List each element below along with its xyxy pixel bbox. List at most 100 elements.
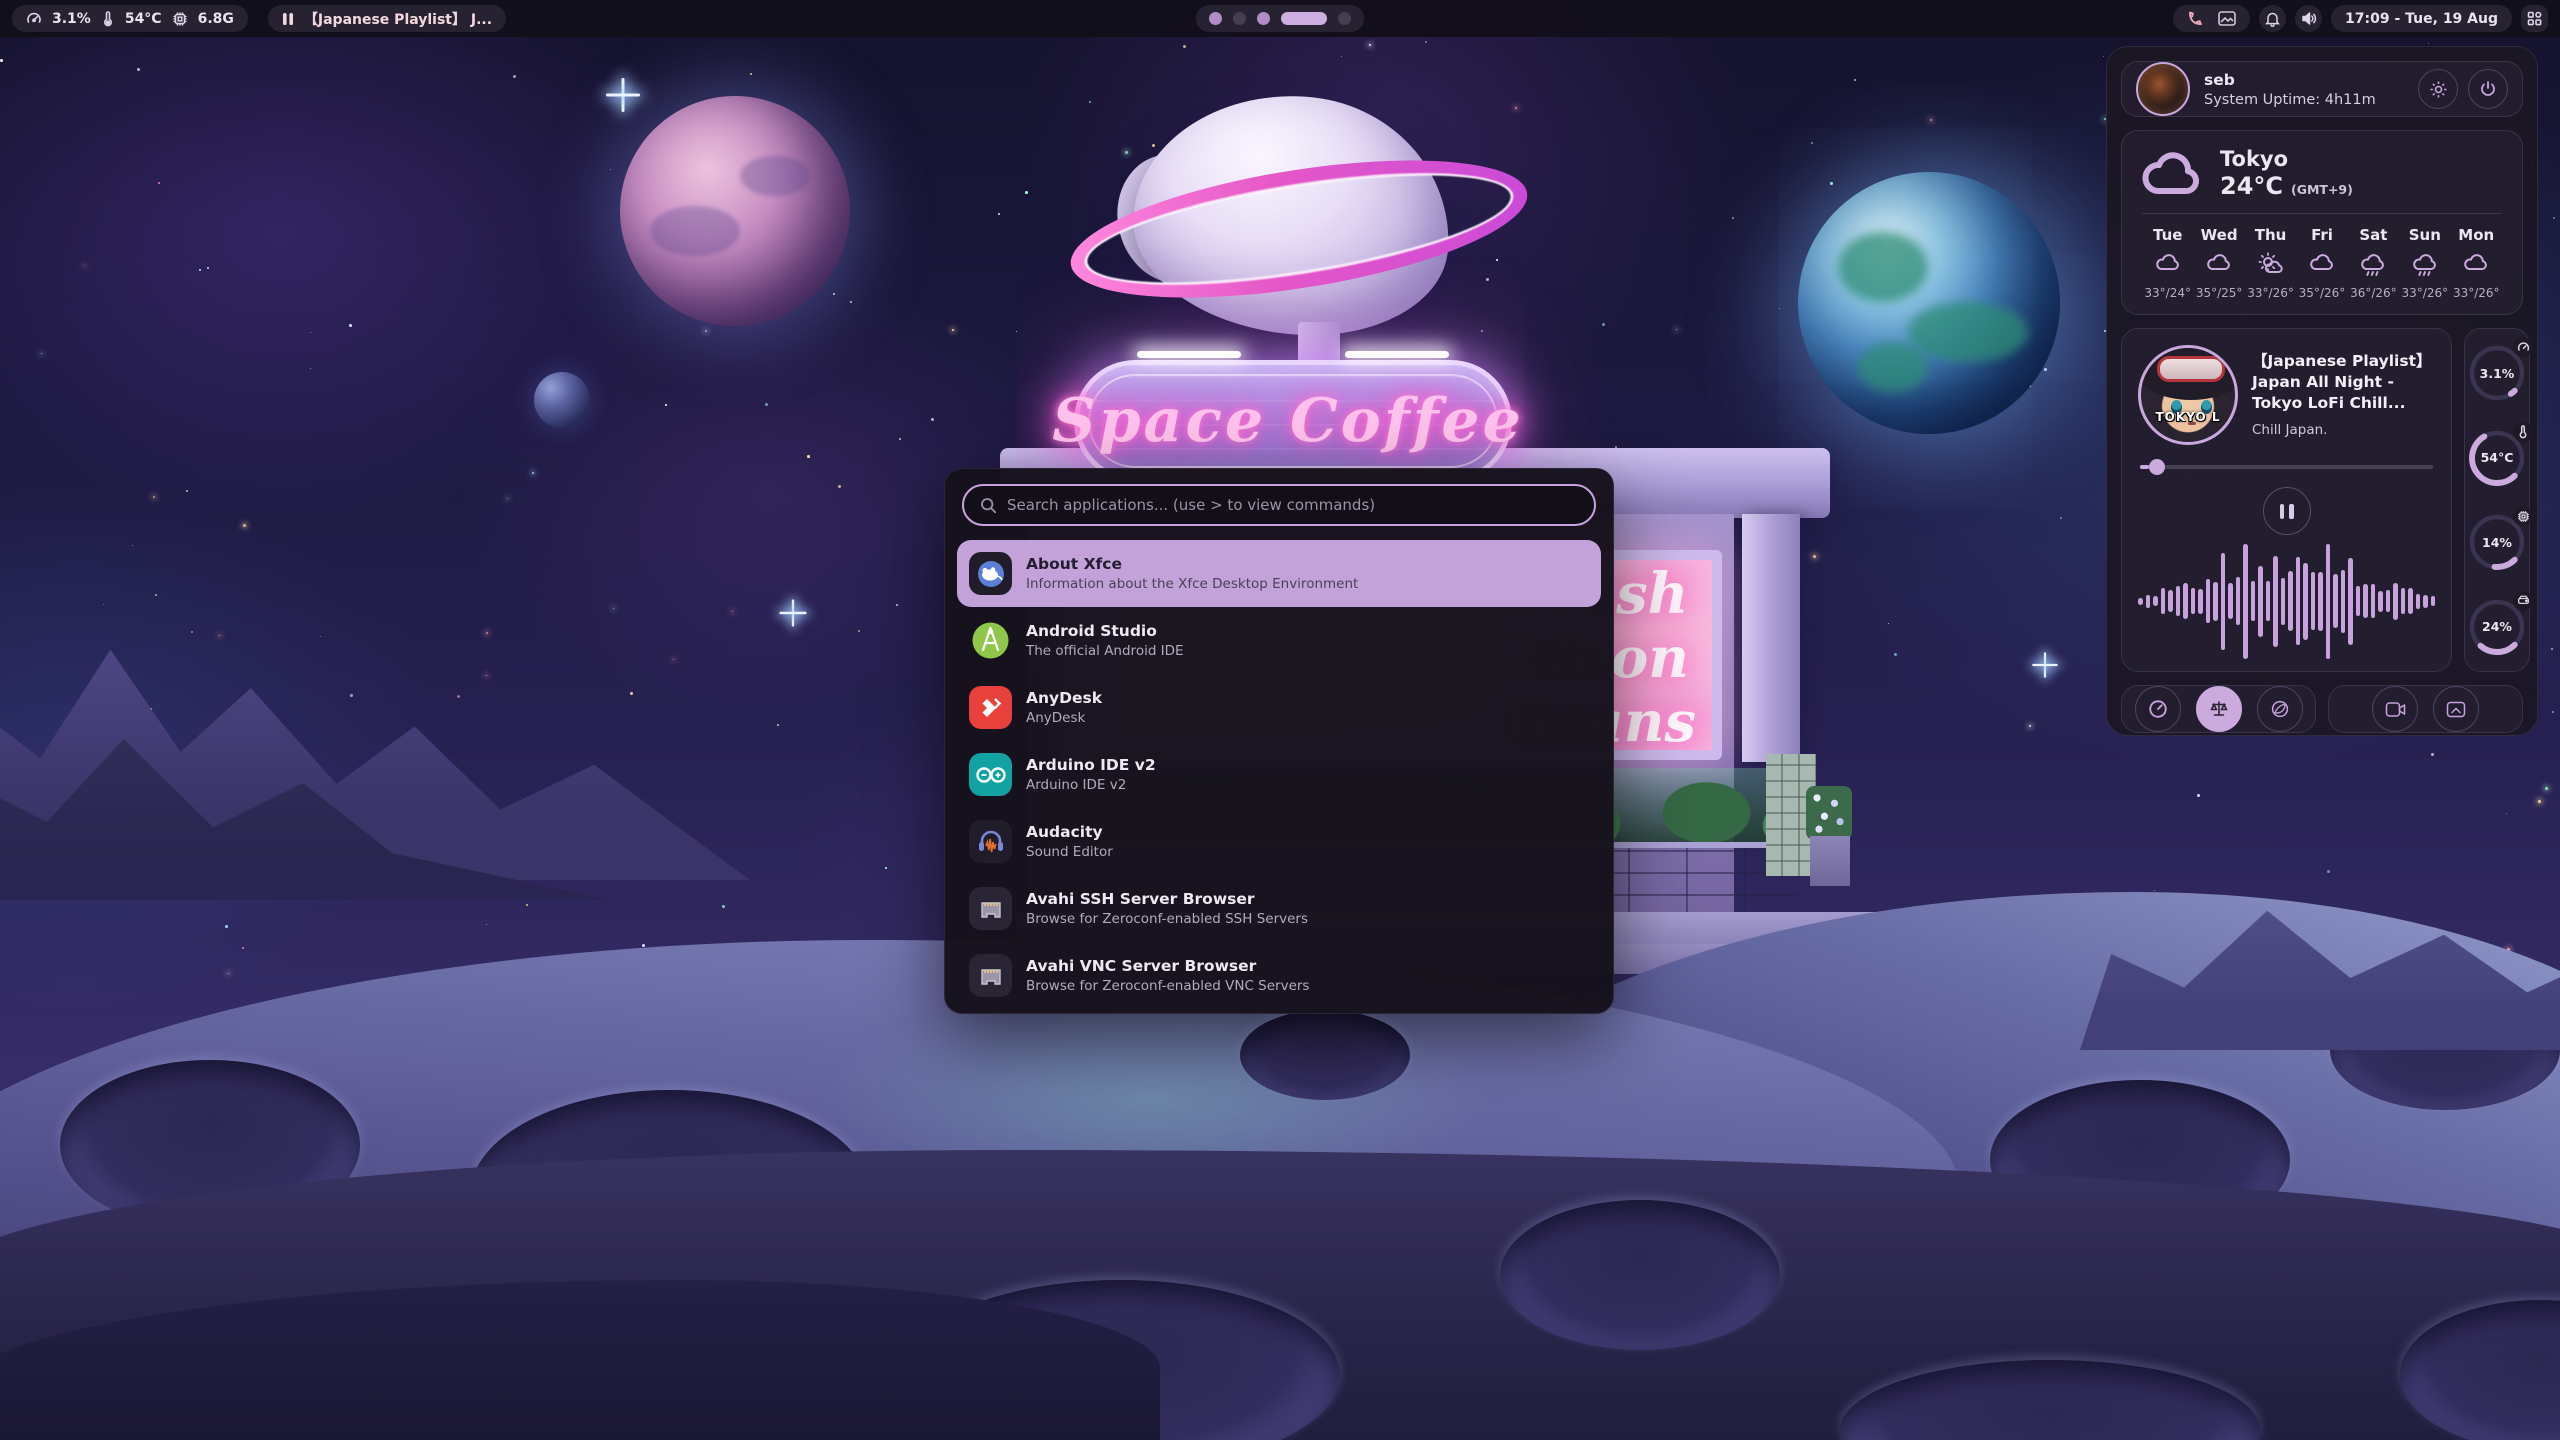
weather-city: Tokyo <box>2220 147 2353 172</box>
star <box>2428 43 2429 44</box>
workspace-dot-4[interactable] <box>1281 12 1327 25</box>
topbar-media-pill[interactable]: 【Japanese Playlist】 J... <box>268 5 506 32</box>
balanced-mode-button[interactable] <box>2196 686 2242 732</box>
system-uptime: System Uptime: 4h11m <box>2204 92 2376 108</box>
waveform-bar <box>2183 583 2188 619</box>
waveform-bar <box>2386 590 2391 612</box>
star <box>1602 323 1605 326</box>
slider-knob[interactable] <box>2149 459 2165 475</box>
pause-button[interactable] <box>2263 487 2311 535</box>
waveform-bar <box>2221 553 2226 650</box>
video-camera-icon <box>2385 701 2406 718</box>
star <box>350 694 353 697</box>
star <box>199 269 201 271</box>
star <box>457 695 460 698</box>
waveform-bar <box>2273 556 2278 647</box>
screenshot-button[interactable] <box>2433 686 2479 732</box>
widgets-button[interactable] <box>2521 5 2548 32</box>
flower-bush <box>1806 786 1852 840</box>
star <box>349 324 352 327</box>
waveform-bar <box>2318 572 2323 631</box>
weather-temp: 24°C <box>2220 172 2283 200</box>
thermometer-icon <box>101 11 115 27</box>
disk-gauge: 24% <box>2465 595 2529 659</box>
power-icon <box>2479 80 2497 98</box>
star <box>630 692 633 695</box>
workspace-dot-3[interactable] <box>1257 12 1270 25</box>
star <box>858 630 860 632</box>
cloudy-icon <box>2307 252 2337 278</box>
waveform-bar <box>2206 579 2211 623</box>
waveform-bar <box>2393 583 2398 620</box>
forecast-day: Mon 33°/26° <box>2451 226 2502 300</box>
star-sparkle <box>779 599 806 626</box>
star <box>722 905 725 908</box>
clock-pill[interactable]: 17:09 - Tue, 19 Aug <box>2331 5 2512 32</box>
search-box[interactable] <box>962 484 1596 526</box>
workspace-dot-5[interactable] <box>1338 12 1351 25</box>
image-tray-icon[interactable] <box>2218 11 2236 26</box>
star <box>84 265 85 266</box>
power-button[interactable] <box>2468 69 2508 109</box>
star <box>777 724 779 726</box>
dashboard-grid-icon <box>2527 11 2542 26</box>
star <box>2538 800 2541 803</box>
workspace-dot-2[interactable] <box>1233 12 1246 25</box>
workspace-dot-1[interactable] <box>1209 12 1222 25</box>
star <box>2431 753 2434 756</box>
waveform-bar <box>2408 588 2413 614</box>
waveform-bar <box>2176 586 2181 616</box>
cloudy-icon <box>2153 252 2183 278</box>
thermometer-icon <box>2517 425 2529 439</box>
disk-icon <box>2517 594 2530 607</box>
app-row-avahi-ssh[interactable]: Avahi SSH Server Browser Browse for Zero… <box>957 875 1601 942</box>
star <box>807 455 810 458</box>
media-progress-slider[interactable] <box>2140 459 2433 475</box>
star <box>2044 368 2047 371</box>
search-input[interactable] <box>1007 496 1578 514</box>
waveform-bar <box>2356 586 2361 616</box>
star <box>1894 653 1897 656</box>
app-row-avahi-vnc[interactable]: Avahi VNC Server Browser Browse for Zero… <box>957 942 1601 1009</box>
sign-text: Space Coffee <box>1052 386 1524 456</box>
waveform-bar <box>2213 582 2218 621</box>
rain-icon <box>2410 252 2440 278</box>
star <box>665 404 667 406</box>
star <box>526 904 528 906</box>
star <box>931 418 934 421</box>
star <box>1425 41 1427 43</box>
star <box>1813 555 1816 558</box>
settings-button[interactable] <box>2418 69 2458 109</box>
system-stats-pill[interactable]: 3.1% 54°C 6.8G <box>12 5 248 32</box>
app-row-anydesk[interactable]: AnyDesk AnyDesk <box>957 674 1601 741</box>
forecast-day: Fri 35°/26° <box>2296 226 2347 300</box>
tray-phone-icon[interactable] <box>2187 10 2204 27</box>
screen-record-button[interactable] <box>2372 686 2418 732</box>
waveform-bar <box>2266 581 2271 621</box>
notifications-button[interactable] <box>2259 5 2286 32</box>
app-row-about-xfce[interactable]: About Xfce Information about the Xfce De… <box>957 540 1601 607</box>
waveform-bar <box>2416 594 2421 609</box>
star <box>2197 794 2200 797</box>
album-label: TOKYO L <box>2141 410 2235 424</box>
volume-button[interactable] <box>2295 5 2322 32</box>
star <box>1369 44 1371 46</box>
star <box>833 293 835 295</box>
performance-mode-button[interactable] <box>2135 686 2181 732</box>
star <box>310 332 311 333</box>
app-row-android-studio[interactable]: Android Studio The official Android IDE <box>957 607 1601 674</box>
star <box>228 973 229 974</box>
star <box>1811 142 1813 144</box>
star <box>2060 517 2062 519</box>
star <box>158 182 160 184</box>
memory-gauge: 14% <box>2465 510 2529 574</box>
media-title: 【Japanese Playlist】 Japan All Night - To… <box>2252 351 2435 414</box>
bell-icon <box>2265 11 2280 27</box>
eco-mode-button[interactable] <box>2257 686 2303 732</box>
star <box>1779 308 1780 309</box>
star <box>750 73 752 75</box>
star <box>137 68 140 71</box>
app-row-audacity[interactable]: Audacity Sound Editor <box>957 808 1601 875</box>
star <box>225 925 228 928</box>
app-row-arduino[interactable]: Arduino IDE v2 Arduino IDE v2 <box>957 741 1601 808</box>
